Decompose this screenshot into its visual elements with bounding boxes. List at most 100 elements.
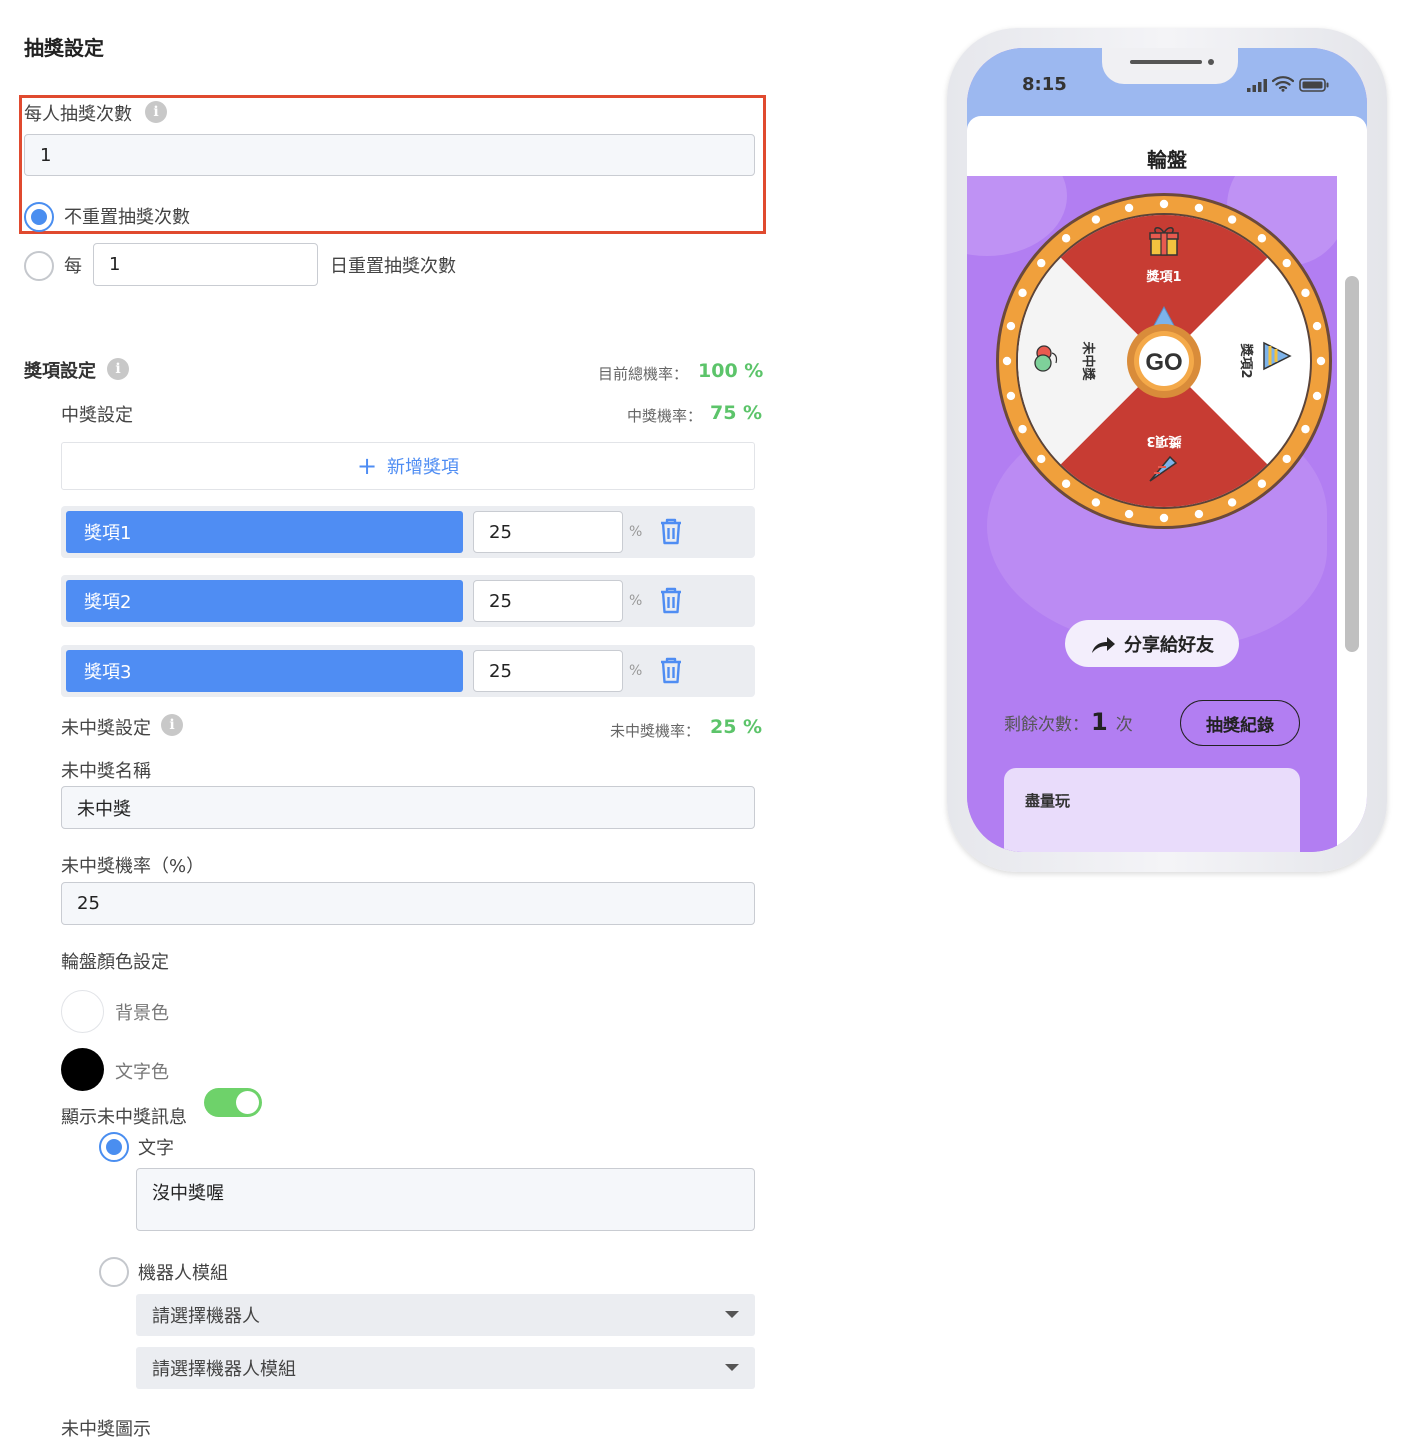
remaining-count: 剩餘次數： 1 次 [1004, 708, 1133, 736]
prize-percent-input[interactable]: 25 [473, 511, 623, 553]
wheel-light [1006, 321, 1016, 331]
wheel-light [1037, 258, 1046, 268]
go-button-label: GO [1145, 349, 1182, 376]
draws-per-person-label: 每人抽獎次數 [24, 104, 132, 125]
prize-percent-input[interactable]: 25 [473, 650, 623, 692]
prize-name-input[interactable]: 獎項3 [66, 650, 463, 692]
wheel-light [1227, 215, 1237, 224]
share-arrow-icon [1092, 636, 1115, 653]
no-reset-radio[interactable] [24, 202, 54, 232]
prize-wheel[interactable]: GO 獎項1 獎項2 獎項3 未中獎 [994, 191, 1334, 531]
wheel-label-prize1: 獎項1 [1145, 269, 1181, 285]
share-button[interactable]: 分享給好友 [1065, 620, 1239, 667]
signal-icon [1247, 79, 1267, 92]
trash-icon[interactable] [659, 657, 683, 685]
add-prize-label: 新增獎項 [387, 457, 460, 478]
share-label: 分享給好友 [1124, 634, 1214, 656]
prize-name-input[interactable]: 獎項1 [66, 511, 463, 553]
text-message-textarea[interactable]: 沒中獎喔 [136, 1168, 755, 1231]
wheel-label-lose: 未中獎 [1080, 340, 1096, 381]
bg-color-swatch[interactable] [61, 990, 104, 1033]
draws-per-person-input[interactable]: 1 [24, 134, 755, 176]
phone-screen: 8:15 輪盤 GO 獎項1 獎項2 獎項3 未中獎 分享給好友 剩餘次數： 1… [967, 48, 1367, 852]
bg-color-label: 背景色 [115, 1003, 169, 1024]
lose-rate-label: 未中獎機率： [610, 722, 701, 740]
win-settings-label: 中獎設定 [61, 405, 133, 426]
lose-icon-label: 未中獎圖示 [61, 1419, 151, 1440]
scrollbar-thumb[interactable] [1345, 276, 1359, 652]
win-rate-label: 中獎機率： [627, 407, 703, 425]
prize-row: 獎項2 25 % [61, 575, 755, 627]
lose-probability-label: 未中獎機率（%） [61, 856, 205, 877]
wheel-light [1124, 509, 1134, 519]
wheel-light [1037, 454, 1046, 464]
reset-every-suffix: 日重置抽獎次數 [330, 256, 456, 277]
win-rate-value: 75 % [710, 402, 763, 424]
lose-name-input[interactable]: 未中獎 [61, 786, 755, 829]
text-color-swatch[interactable] [61, 1048, 104, 1091]
total-rate-label: 目前總機率： [598, 365, 689, 383]
wheel-label-prize3: 獎項3 [1146, 433, 1182, 449]
lose-probability-input[interactable]: 25 [61, 882, 755, 925]
select-bot-placeholder: 請選擇機器人 [152, 1306, 260, 1327]
add-prize-button[interactable]: + 新增獎項 [61, 442, 755, 490]
percent-sign: % [629, 593, 643, 609]
reset-days-input[interactable]: 1 [93, 243, 318, 286]
wheel-light [1312, 321, 1322, 331]
history-button[interactable]: 抽獎紀錄 [1180, 700, 1300, 746]
info-icon[interactable]: i [107, 358, 129, 380]
wheel-light [1159, 199, 1169, 209]
percent-sign: % [629, 524, 643, 540]
wheel-light [1002, 356, 1012, 366]
remaining-value: 1 [1091, 708, 1108, 736]
total-rate-value: 100 % [698, 360, 764, 382]
section-title-draw-settings: 抽獎設定 [24, 36, 104, 60]
caret-down-icon [725, 1311, 739, 1318]
lose-rate-value: 25 % [710, 716, 763, 738]
wheel-light [1061, 234, 1071, 243]
show-message-toggle[interactable] [204, 1088, 262, 1117]
wheel-light [1257, 479, 1267, 488]
info-icon[interactable]: i [161, 714, 183, 736]
text-option-radio[interactable] [99, 1132, 129, 1162]
wheel-light [1282, 454, 1291, 464]
notch [1102, 48, 1238, 84]
prize-percent-input[interactable]: 25 [473, 580, 623, 622]
wheel-light [1018, 288, 1027, 298]
wheel-light [1301, 424, 1310, 434]
notice-text: 盡量玩 [1025, 792, 1071, 810]
text-option-label: 文字 [138, 1138, 174, 1159]
wheel-light [1061, 479, 1071, 488]
text-color-label: 文字色 [115, 1062, 169, 1083]
caret-down-icon [725, 1364, 739, 1371]
wheel-light [1282, 258, 1291, 268]
prize-name-input[interactable]: 獎項2 [66, 580, 463, 622]
wheel-label-prize2: 獎項2 [1238, 342, 1254, 378]
notice-box: 盡量玩 [1004, 768, 1300, 852]
wheel-light [1091, 215, 1101, 224]
section-title-prize-settings: 獎項設定 [24, 361, 96, 382]
plus-icon: + [356, 452, 378, 480]
wheel-light [1091, 498, 1101, 507]
bot-option-radio[interactable] [99, 1257, 129, 1287]
wheel-light [1227, 498, 1237, 507]
bot-option-label: 機器人模組 [138, 1263, 228, 1284]
wheel-light [1316, 356, 1326, 366]
wheel-light [1018, 424, 1027, 434]
toggle-knob [236, 1091, 259, 1114]
lose-settings-label: 未中獎設定 [61, 718, 151, 739]
reset-every-radio[interactable] [24, 251, 54, 281]
wheel-light [1194, 509, 1204, 519]
trash-icon[interactable] [659, 587, 683, 615]
remaining-label: 剩餘次數： [1004, 715, 1089, 735]
trash-icon[interactable] [659, 518, 683, 546]
lose-name-label: 未中獎名稱 [61, 761, 151, 782]
phone-preview: 8:15 輪盤 GO 獎項1 獎項2 獎項3 未中獎 分享給好友 剩餘次數： 1… [947, 28, 1387, 872]
show-message-label: 顯示未中獎訊息 [61, 1107, 187, 1128]
info-icon[interactable]: i [145, 101, 167, 123]
select-bot-module-dropdown[interactable]: 請選擇機器人模組 [136, 1347, 755, 1389]
select-bot-dropdown[interactable]: 請選擇機器人 [136, 1294, 755, 1336]
remaining-unit: 次 [1115, 715, 1133, 735]
wheel-light [1312, 391, 1322, 401]
wheel-color-label: 輪盤顏色設定 [61, 952, 169, 973]
